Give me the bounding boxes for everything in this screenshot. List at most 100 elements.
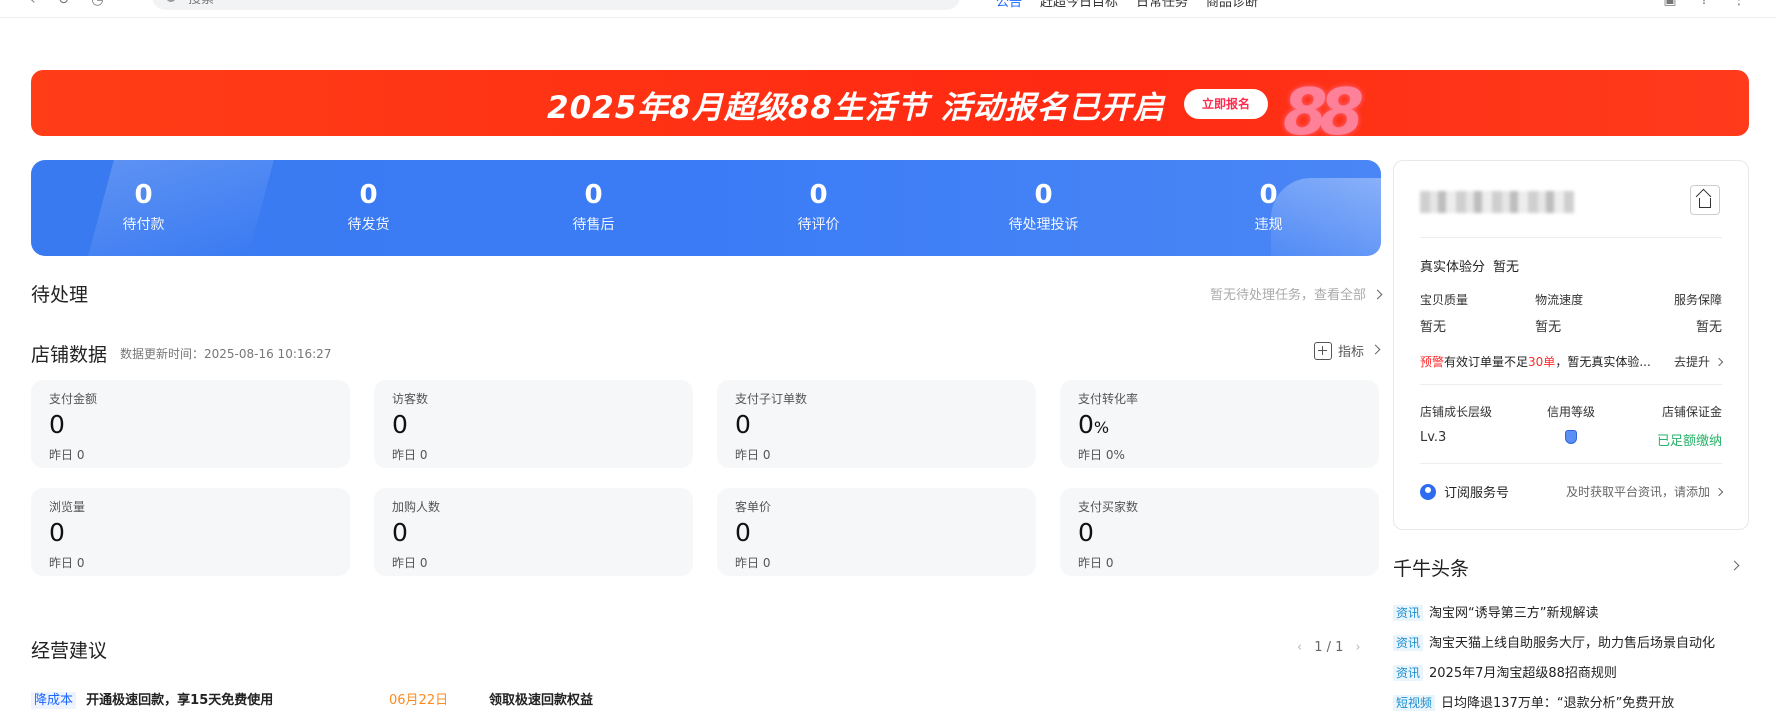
metric-value: 0 — [392, 518, 408, 547]
advice-item[interactable]: 降成本 开通极速回款，享15天免费使用 06月22日 领取极速回款权益 — [31, 689, 931, 709]
level-values: Lv.3 已足额缴纳 — [1420, 430, 1722, 449]
metric-card-payment-amount[interactable]: 支付金额 0 昨日 0 — [31, 380, 350, 468]
news-item[interactable]: 资讯 2025年7月淘宝超级88招商规则 — [1393, 662, 1773, 681]
stat-pending-aftersale[interactable]: 0 待售后 — [481, 160, 706, 256]
metric-card-paying-buyers[interactable]: 支付买家数 0 昨日 0 — [1060, 488, 1379, 576]
stat-pending-review[interactable]: 0 待评价 — [706, 160, 931, 256]
stat-value: 0 — [584, 180, 603, 210]
stat-pending-payment[interactable]: 0 待付款 — [31, 160, 256, 256]
business-advice-title: 经营建议 — [31, 640, 108, 662]
menu-item-diagnosis[interactable]: 商品诊断 — [1206, 0, 1258, 10]
stat-label: 待评价 — [797, 217, 840, 233]
pager-text: 1 / 1 — [1314, 640, 1344, 655]
plus-square-icon — [1313, 341, 1332, 360]
metric-value: 0 — [49, 518, 65, 547]
home-button[interactable] — [1690, 185, 1720, 215]
signup-button[interactable]: 立即报名 — [1184, 89, 1268, 119]
warning-row: 预警有效订单量不足30单，暂无真实体验... 去提升 — [1420, 353, 1724, 370]
stat-pending-complaints[interactable]: 0 待处理投诉 — [931, 160, 1156, 256]
news-item[interactable]: 资讯 淘宝网“诱导第三方”新规解读 — [1393, 602, 1773, 621]
promo-banner[interactable]: 2025年8月超级88生活节 活动报名已开启 立即报名 88 — [31, 70, 1749, 136]
news-section-title: 千牛头条 — [1393, 558, 1470, 580]
banner-title: 2025年8月超级88生活节 活动报名已开启 — [547, 90, 1165, 126]
top-menu: 公告 赶超今日目标 日常任务 商品诊断 — [996, 0, 1258, 10]
pending-section-title: 待处理 — [31, 284, 89, 306]
more-icon[interactable]: ⋮ — [1732, 0, 1746, 8]
88-logo-graphic: 88 — [1283, 76, 1364, 136]
metric-yesterday: 昨日 0 — [49, 556, 85, 570]
warning-highlight: 30单 — [1528, 355, 1556, 369]
stat-pending-shipment[interactable]: 0 待发货 — [256, 160, 481, 256]
warning-tag: 预警 — [1420, 355, 1445, 369]
history-icon[interactable]: ◷ — [91, 0, 103, 8]
clipboard-icon[interactable]: ▣ — [1663, 0, 1676, 8]
growth-level-value: Lv.3 — [1420, 430, 1447, 445]
deposit-label: 店铺保证金 — [1661, 405, 1722, 419]
metric-label: 支付子订单数 — [735, 392, 808, 406]
deposit-status[interactable]: 已足额缴纳 — [1622, 430, 1722, 449]
shop-profile-card: 真实体验分 暂无 宝贝质量 物流速度 服务保障 暂无 暂无 暂无 预警有效订单量不… — [1393, 160, 1749, 530]
stat-violations[interactable]: 0 违规 — [1156, 160, 1381, 256]
news-text: 2025年7月淘宝超级88招商规则 — [1429, 666, 1617, 681]
stat-label: 待付款 — [122, 217, 165, 233]
metric-card-visitors[interactable]: 访客数 0 昨日 0 — [374, 380, 693, 468]
quality-label: 宝贝质量 — [1420, 293, 1469, 307]
stat-label: 待处理投诉 — [1008, 217, 1079, 233]
top-right-icons: ▣ ? ⋮ — [1663, 0, 1746, 8]
quality-value: 暂无 — [1420, 320, 1447, 335]
menu-item-announcement[interactable]: 公告 — [996, 0, 1022, 10]
search-bar[interactable] — [152, 0, 960, 10]
subscribe-row[interactable]: 订阅服务号 及时获取平台资讯，请添加 — [1420, 482, 1724, 501]
score-labels: 宝贝质量 物流速度 服务保障 — [1420, 291, 1722, 308]
news-tag: 资讯 — [1393, 635, 1424, 651]
growth-level-label: 店铺成长层级 — [1420, 405, 1493, 419]
metric-yesterday: 昨日 0% — [1078, 448, 1125, 462]
search-input[interactable] — [186, 0, 486, 7]
metric-yesterday: 昨日 0 — [392, 448, 428, 462]
top-bar: ‹ ↻ ◷ 公告 赶超今日目标 日常任务 商品诊断 ▣ ? ⋮ — [0, 0, 1776, 18]
improve-link[interactable]: 去提升 — [1674, 353, 1724, 370]
stat-value: 0 — [1259, 180, 1278, 210]
search-icon — [166, 0, 176, 2]
pending-link-text: 暂无待处理任务，查看全部 — [1209, 288, 1366, 303]
view-all-pending-link[interactable]: 暂无待处理任务，查看全部 — [1209, 284, 1383, 303]
metric-card-add-to-cart[interactable]: 加购人数 0 昨日 0 — [374, 488, 693, 576]
stat-value: 0 — [359, 180, 378, 210]
advice-pager: ‹ 1 / 1 › — [1297, 640, 1361, 655]
data-update-time: 数据更新时间：2025-08-16 10:16:27 — [120, 347, 332, 361]
metric-card-pageviews[interactable]: 浏览量 0 昨日 0 — [31, 488, 350, 576]
chevron-right-icon — [1714, 357, 1724, 367]
divider — [1420, 237, 1722, 238]
metric-label: 加购人数 — [392, 500, 441, 514]
refresh-icon[interactable]: ↻ — [58, 0, 70, 8]
advice-text: 开通极速回款，享15天免费使用 — [86, 693, 274, 708]
metric-label: 支付转化率 — [1078, 392, 1139, 406]
back-icon[interactable]: ‹ — [30, 0, 36, 8]
chevron-right-icon[interactable] — [1729, 560, 1740, 571]
chevron-right-icon — [1370, 344, 1381, 355]
metric-label: 支付金额 — [49, 392, 98, 406]
metric-value: 0 — [735, 518, 751, 547]
help-icon[interactable]: ? — [1701, 0, 1708, 8]
stat-label: 待发货 — [347, 217, 390, 233]
menu-item-daily-task[interactable]: 日常任务 — [1136, 0, 1188, 10]
level-labels: 店铺成长层级 信用等级 店铺保证金 — [1420, 403, 1722, 420]
metrics-label: 指标 — [1337, 345, 1364, 360]
metric-yesterday: 昨日 0 — [49, 448, 85, 462]
store-data-title: 店铺数据 — [31, 344, 108, 366]
warning-message: 预警有效订单量不足30单，暂无真实体验... — [1420, 355, 1651, 369]
metric-card-conversion-rate[interactable]: 支付转化率 0% 昨日 0% — [1060, 380, 1379, 468]
metric-label: 支付买家数 — [1078, 500, 1139, 514]
metric-card-avg-order-value[interactable]: 客单价 0 昨日 0 — [717, 488, 1036, 576]
chevron-right-icon[interactable]: › — [1355, 640, 1360, 655]
metric-yesterday: 昨日 0 — [1078, 556, 1114, 570]
stat-label: 违规 — [1254, 217, 1283, 233]
news-item[interactable]: 短视频 日均降退137万单：“退款分析”免费开放 — [1393, 692, 1773, 711]
menu-item-target[interactable]: 赶超今日目标 — [1040, 0, 1118, 10]
news-item[interactable]: 资讯 淘宝天猫上线自助服务大厅，助力售后场景自动化 — [1393, 632, 1773, 651]
metrics-button[interactable]: 指标 — [1313, 341, 1381, 360]
metric-label: 浏览量 — [49, 500, 86, 514]
chevron-left-icon[interactable]: ‹ — [1297, 640, 1302, 655]
metric-label: 客单价 — [735, 500, 772, 514]
metric-card-sub-orders[interactable]: 支付子订单数 0 昨日 0 — [717, 380, 1036, 468]
